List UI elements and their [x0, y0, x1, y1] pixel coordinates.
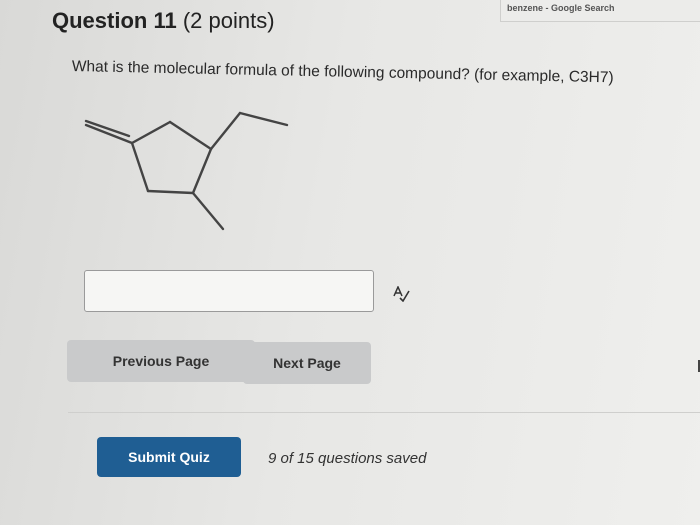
answer-input[interactable]: [84, 270, 374, 312]
question-title: Question 11 (2 points): [52, 8, 275, 34]
divider: [68, 412, 700, 413]
spell-check-icon[interactable]: [392, 286, 410, 302]
browser-tab-title[interactable]: benzene - Google Search: [500, 0, 700, 22]
question-points: (2 points): [182, 8, 275, 33]
submit-quiz-button[interactable]: Submit Quiz: [97, 437, 241, 477]
molecule-structure: [84, 111, 289, 231]
question-text: What is the molecular formula of the fol…: [71, 58, 614, 87]
saved-status: 9 of 15 questions saved: [268, 450, 427, 467]
question-number: Question 11: [52, 8, 177, 33]
previous-page-button[interactable]: Previous Page: [67, 340, 255, 382]
next-page-button[interactable]: Next Page: [243, 342, 371, 384]
